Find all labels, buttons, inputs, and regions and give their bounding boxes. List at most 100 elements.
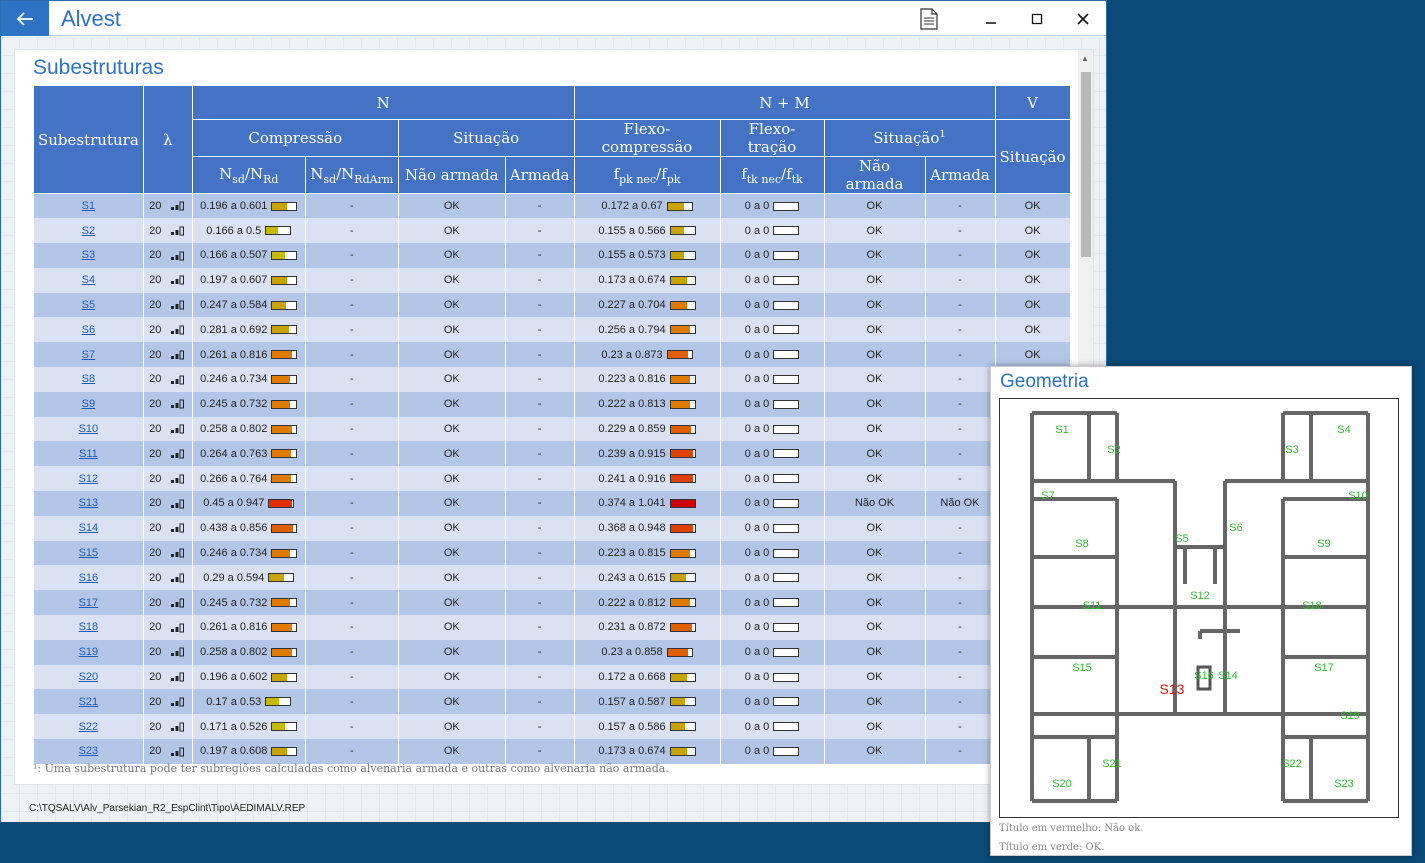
nm-nao-armada-status: OK xyxy=(823,416,926,442)
ftk-bar xyxy=(773,350,800,360)
substructure-link[interactable]: S16 xyxy=(79,572,99,584)
maximize-button[interactable] xyxy=(1014,1,1060,36)
substructure-link[interactable]: S20 xyxy=(79,671,99,683)
nm-nao-armada-status: OK xyxy=(823,739,926,764)
substructure-link[interactable]: S8 xyxy=(82,373,95,385)
fpk-value: 0.227 a 0.704 xyxy=(598,299,666,312)
substructure-label: S1 xyxy=(1055,424,1068,436)
close-button[interactable] xyxy=(1060,1,1106,36)
fpk-value: 0.222 a 0.813 xyxy=(598,398,666,411)
table-row: S8 20 0.246 a 0.734 - OK - 0.223 a 0.816… xyxy=(33,367,1071,392)
substructure-link[interactable]: S6 xyxy=(82,324,95,336)
nsd-bar xyxy=(271,300,298,310)
substructure-label: S20 xyxy=(1052,778,1072,790)
geometry-canvas[interactable]: S1 S2 S3 S4 S5 S6 S7 S8 S9 S10 S11 S12 S13 S14 S15 S16 S… xyxy=(999,398,1399,818)
substructure-link[interactable]: S11 xyxy=(79,448,98,460)
substructure-link[interactable]: S18 xyxy=(79,621,99,633)
fpk-bar xyxy=(669,375,696,385)
fpk-bar xyxy=(669,548,696,558)
nsd-nrd-value: 0.281 a 0.692 xyxy=(200,323,268,336)
table-row: S7 20 0.261 a 0.816 - OK - 0.23 a 0.873 … xyxy=(33,342,1071,368)
ftk-bar xyxy=(773,499,800,509)
nm-nao-armada-status: OK xyxy=(823,689,926,715)
nsd-nrdarm-value: - xyxy=(304,317,399,343)
report-button[interactable] xyxy=(904,1,954,36)
nsd-bar xyxy=(271,251,298,261)
n-armada-status: - xyxy=(504,342,575,368)
ftk-bar xyxy=(773,300,800,310)
minimize-button[interactable] xyxy=(968,1,1014,36)
ftk-bar xyxy=(773,449,800,459)
nsd-bar xyxy=(271,598,298,608)
header-armada-n: Armada xyxy=(504,156,575,194)
fpk-bar xyxy=(669,623,696,633)
substructure-link[interactable]: S17 xyxy=(79,597,99,609)
substructure-link[interactable]: S12 xyxy=(79,473,99,485)
ftk-value: 0 a 0 xyxy=(744,497,770,510)
n-armada-status: - xyxy=(504,714,575,740)
back-button[interactable] xyxy=(1,1,49,36)
table-row: S16 20 0.29 a 0.594 - OK - 0.243 a 0.615… xyxy=(33,565,1071,591)
table-row: S21 20 0.17 a 0.53 - OK - 0.157 a 0.587 … xyxy=(33,689,1071,715)
substructure-link[interactable]: S10 xyxy=(79,423,99,435)
substructure-link[interactable]: S3 xyxy=(82,249,95,261)
nsd-nrdarm-value: - xyxy=(304,615,399,640)
substructure-link[interactable]: S19 xyxy=(79,646,99,658)
ftk-value: 0 a 0 xyxy=(744,621,770,634)
n-armada-status: - xyxy=(504,292,575,318)
substructures-panel: Subestruturas Subestrutura λ N N + M V C… xyxy=(14,49,1094,785)
substructure-link[interactable]: S1 xyxy=(82,200,95,212)
ftk-bar xyxy=(773,672,800,682)
nsd-nrdarm-value: - xyxy=(304,243,399,268)
substructure-link[interactable]: S13 xyxy=(79,497,99,509)
nm-nao-armada-status: OK xyxy=(823,267,926,293)
fpk-value: 0.223 a 0.815 xyxy=(598,547,666,560)
substructure-link[interactable]: S7 xyxy=(82,349,95,361)
substructure-link[interactable]: S5 xyxy=(82,299,95,311)
ftk-value: 0 a 0 xyxy=(744,720,770,733)
ftk-bar xyxy=(773,523,800,533)
nsd-bar xyxy=(265,226,292,236)
fpk-bar xyxy=(669,697,696,707)
nsd-nrd-value: 0.264 a 0.763 xyxy=(200,447,268,460)
substructure-link[interactable]: S2 xyxy=(82,225,95,237)
nsd-nrd-value: 0.246 a 0.734 xyxy=(200,547,268,560)
nm-nao-armada-status: Não OK xyxy=(823,491,926,516)
nm-nao-armada-status: OK xyxy=(823,515,926,541)
n-nao-armada-status: OK xyxy=(397,615,506,640)
substructure-label: S13 xyxy=(1160,681,1185,697)
nm-armada-status: - xyxy=(924,218,996,244)
v-status: OK xyxy=(994,267,1071,293)
header-fpk: fpk nec/fpk xyxy=(573,156,721,194)
ftk-value: 0 a 0 xyxy=(744,571,770,584)
ftk-bar xyxy=(773,399,800,409)
nsd-nrd-value: 0.166 a 0.5 xyxy=(206,224,262,237)
substructure-link[interactable]: S21 xyxy=(79,696,99,708)
nsd-nrdarm-value: - xyxy=(304,292,399,318)
substructure-link[interactable]: S15 xyxy=(79,547,99,559)
scroll-thumb[interactable] xyxy=(1081,72,1091,257)
table-row: S12 20 0.266 a 0.764 - OK - 0.241 a 0.91… xyxy=(33,466,1071,492)
lambda-value: 20 xyxy=(149,447,162,460)
lambda-value: 20 xyxy=(149,348,162,361)
fpk-value: 0.157 a 0.587 xyxy=(598,695,666,708)
nm-armada-status: - xyxy=(924,391,996,417)
nm-nao-armada-status: OK xyxy=(823,714,926,740)
nm-armada-status: - xyxy=(924,416,996,442)
n-nao-armada-status: OK xyxy=(397,466,506,492)
nsd-nrdarm-value: - xyxy=(304,441,399,467)
nsd-nrd-value: 0.438 a 0.856 xyxy=(200,522,268,535)
substructure-link[interactable]: S9 xyxy=(82,398,95,410)
floor-plan: S1 S2 S3 S4 S5 S6 S7 S8 S9 S10 S11 S12 S13 S14 S15 S16 S… xyxy=(1030,411,1370,803)
ftk-value: 0 a 0 xyxy=(744,745,770,758)
table-row: S5 20 0.247 a 0.584 - OK - 0.227 a 0.704… xyxy=(33,292,1071,318)
substructure-link[interactable]: S4 xyxy=(82,274,95,286)
substructure-link[interactable]: S22 xyxy=(79,721,99,733)
scroll-up-icon[interactable]: ▲ xyxy=(1081,54,1089,63)
substructure-link[interactable]: S23 xyxy=(79,745,99,757)
nm-armada-status: - xyxy=(924,590,996,616)
header-flexo-compressao: Flexo-compressão xyxy=(573,119,721,157)
substructure-link[interactable]: S14 xyxy=(79,522,99,534)
nsd-nrd-value: 0.258 a 0.802 xyxy=(200,646,268,659)
fpk-bar xyxy=(669,449,696,459)
